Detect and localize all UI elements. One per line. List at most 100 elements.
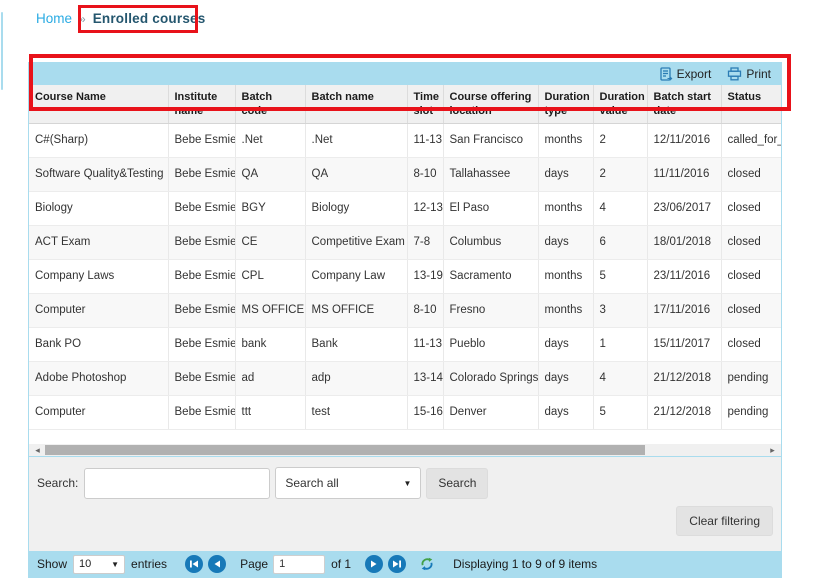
table-cell: adp [305,361,407,395]
table-cell: Company Laws [29,259,168,293]
table-cell: 12/11/2016 [647,123,721,157]
table-cell: 11-13 [407,123,443,157]
previous-page-button[interactable] [208,555,226,573]
table-row[interactable]: Software Quality&TestingBebe EsmieQAQA8-… [29,157,781,191]
column-header[interactable]: Institute name [168,85,235,123]
table-cell: 4 [593,361,647,395]
table-cell: Denver [443,395,538,429]
table-cell: months [538,123,593,157]
search-panel: Search: Search all ▼ Search Clear filter… [29,457,781,551]
table-cell: BGY [235,191,305,225]
previous-page-icon [212,559,222,569]
table-row[interactable]: ComputerBebe Esmiettttest15-16Denverdays… [29,395,781,429]
table-cell: Tallahassee [443,157,538,191]
column-header[interactable]: Batch code [235,85,305,123]
table-cell: closed [721,293,781,327]
table-cell: 2 [593,157,647,191]
table-cell: 21/12/2018 [647,361,721,395]
table-cell: ad [235,361,305,395]
horizontal-scrollbar[interactable]: ◂ ▸ [29,444,781,457]
first-page-button[interactable] [185,555,203,573]
table-cell: MS OFFICE [235,293,305,327]
table-cell: Bebe Esmie [168,225,235,259]
column-header[interactable]: Time slot [407,85,443,123]
table-cell: Computer [29,395,168,429]
scroll-right-arrow-icon[interactable]: ▸ [766,444,779,456]
column-header[interactable]: Batch start date [647,85,721,123]
table-cell: San Francisco [443,123,538,157]
chevron-down-icon: ▼ [403,479,411,488]
pagination-footer: Show 10 ▼ entries Page [29,551,781,577]
page-size-select[interactable]: 10 ▼ [73,555,125,574]
table-cell: 11-13 [407,327,443,361]
show-label: Show [37,557,67,571]
table-cell: 12-13 [407,191,443,225]
table-cell: called_for_a [721,123,781,157]
column-header[interactable]: Status [721,85,781,123]
table-cell: Bebe Esmie [168,157,235,191]
table-cell: Adobe Photoshop [29,361,168,395]
table-body: C#(Sharp)Bebe Esmie.Net.Net11-13San Fran… [29,123,781,429]
table-row[interactable]: ACT ExamBebe EsmieCECompetitive Exam7-8C… [29,225,781,259]
displaying-status-text: Displaying 1 to 9 of 9 items [453,557,597,571]
enrolled-courses-table-widget: Export Print Cou [28,62,782,578]
export-button[interactable]: Export [659,67,712,82]
search-input[interactable] [84,468,270,499]
table-cell: Bank [305,327,407,361]
table-cell: ttt [235,395,305,429]
table-cell: .Net [235,123,305,157]
table-cell: days [538,395,593,429]
table-empty-space [29,430,781,444]
table-cell: El Paso [443,191,538,225]
search-field-select[interactable]: Search all ▼ [275,467,421,499]
last-page-button[interactable] [388,555,406,573]
enrolled-courses-table: Course NameInstitute nameBatch codeBatch… [29,85,781,430]
table-cell: Competitive Exam [305,225,407,259]
column-header[interactable]: Course Name [29,85,168,123]
column-header[interactable]: Batch name [305,85,407,123]
table-cell: 18/01/2018 [647,225,721,259]
print-button[interactable]: Print [727,67,771,81]
table-header-row: Course NameInstitute nameBatch codeBatch… [29,85,781,123]
table-row[interactable]: Bank POBebe EsmiebankBank11-13Pueblodays… [29,327,781,361]
table-cell: closed [721,225,781,259]
table-row[interactable]: Company LawsBebe EsmieCPLCompany Law13-1… [29,259,781,293]
page-label: Page [240,557,268,571]
table-cell: 1 [593,327,647,361]
table-cell: Bank PO [29,327,168,361]
next-page-button[interactable] [365,555,383,573]
table-cell: Computer [29,293,168,327]
table-cell: months [538,191,593,225]
table-cell: months [538,259,593,293]
table-cell: days [538,327,593,361]
table-cell: .Net [305,123,407,157]
breadcrumb-current: Enrolled courses [93,11,206,26]
table-cell: Company Law [305,259,407,293]
table-cell: 13-14 [407,361,443,395]
scroll-left-arrow-icon[interactable]: ◂ [31,444,44,456]
column-header[interactable]: Course offering location [443,85,538,123]
table-cell: CE [235,225,305,259]
table-row[interactable]: ComputerBebe EsmieMS OFFICEMS OFFICE8-10… [29,293,781,327]
table-cell: months [538,293,593,327]
table-cell: Columbus [443,225,538,259]
breadcrumb-home-link[interactable]: Home [36,11,72,26]
refresh-icon [419,556,435,572]
column-header[interactable]: Duration type [538,85,593,123]
table-cell: closed [721,327,781,361]
page-number-input[interactable] [273,555,325,574]
table-row[interactable]: C#(Sharp)Bebe Esmie.Net.Net11-13San Fran… [29,123,781,157]
table-cell: pending [721,395,781,429]
column-header[interactable]: Duration value [593,85,647,123]
refresh-button[interactable] [419,556,435,572]
table-row[interactable]: Adobe PhotoshopBebe Esmieadadp13-14Color… [29,361,781,395]
search-button[interactable]: Search [426,468,488,499]
table-row[interactable]: BiologyBebe EsmieBGYBiology12-13El Pasom… [29,191,781,225]
table-cell: Bebe Esmie [168,123,235,157]
scrollbar-thumb[interactable] [45,445,645,455]
page-count-label: of 1 [331,557,351,571]
page: Home » Enrolled courses Export [0,0,830,586]
clear-filtering-button[interactable]: Clear filtering [676,506,773,536]
table-cell: closed [721,191,781,225]
table-cell: 3 [593,293,647,327]
